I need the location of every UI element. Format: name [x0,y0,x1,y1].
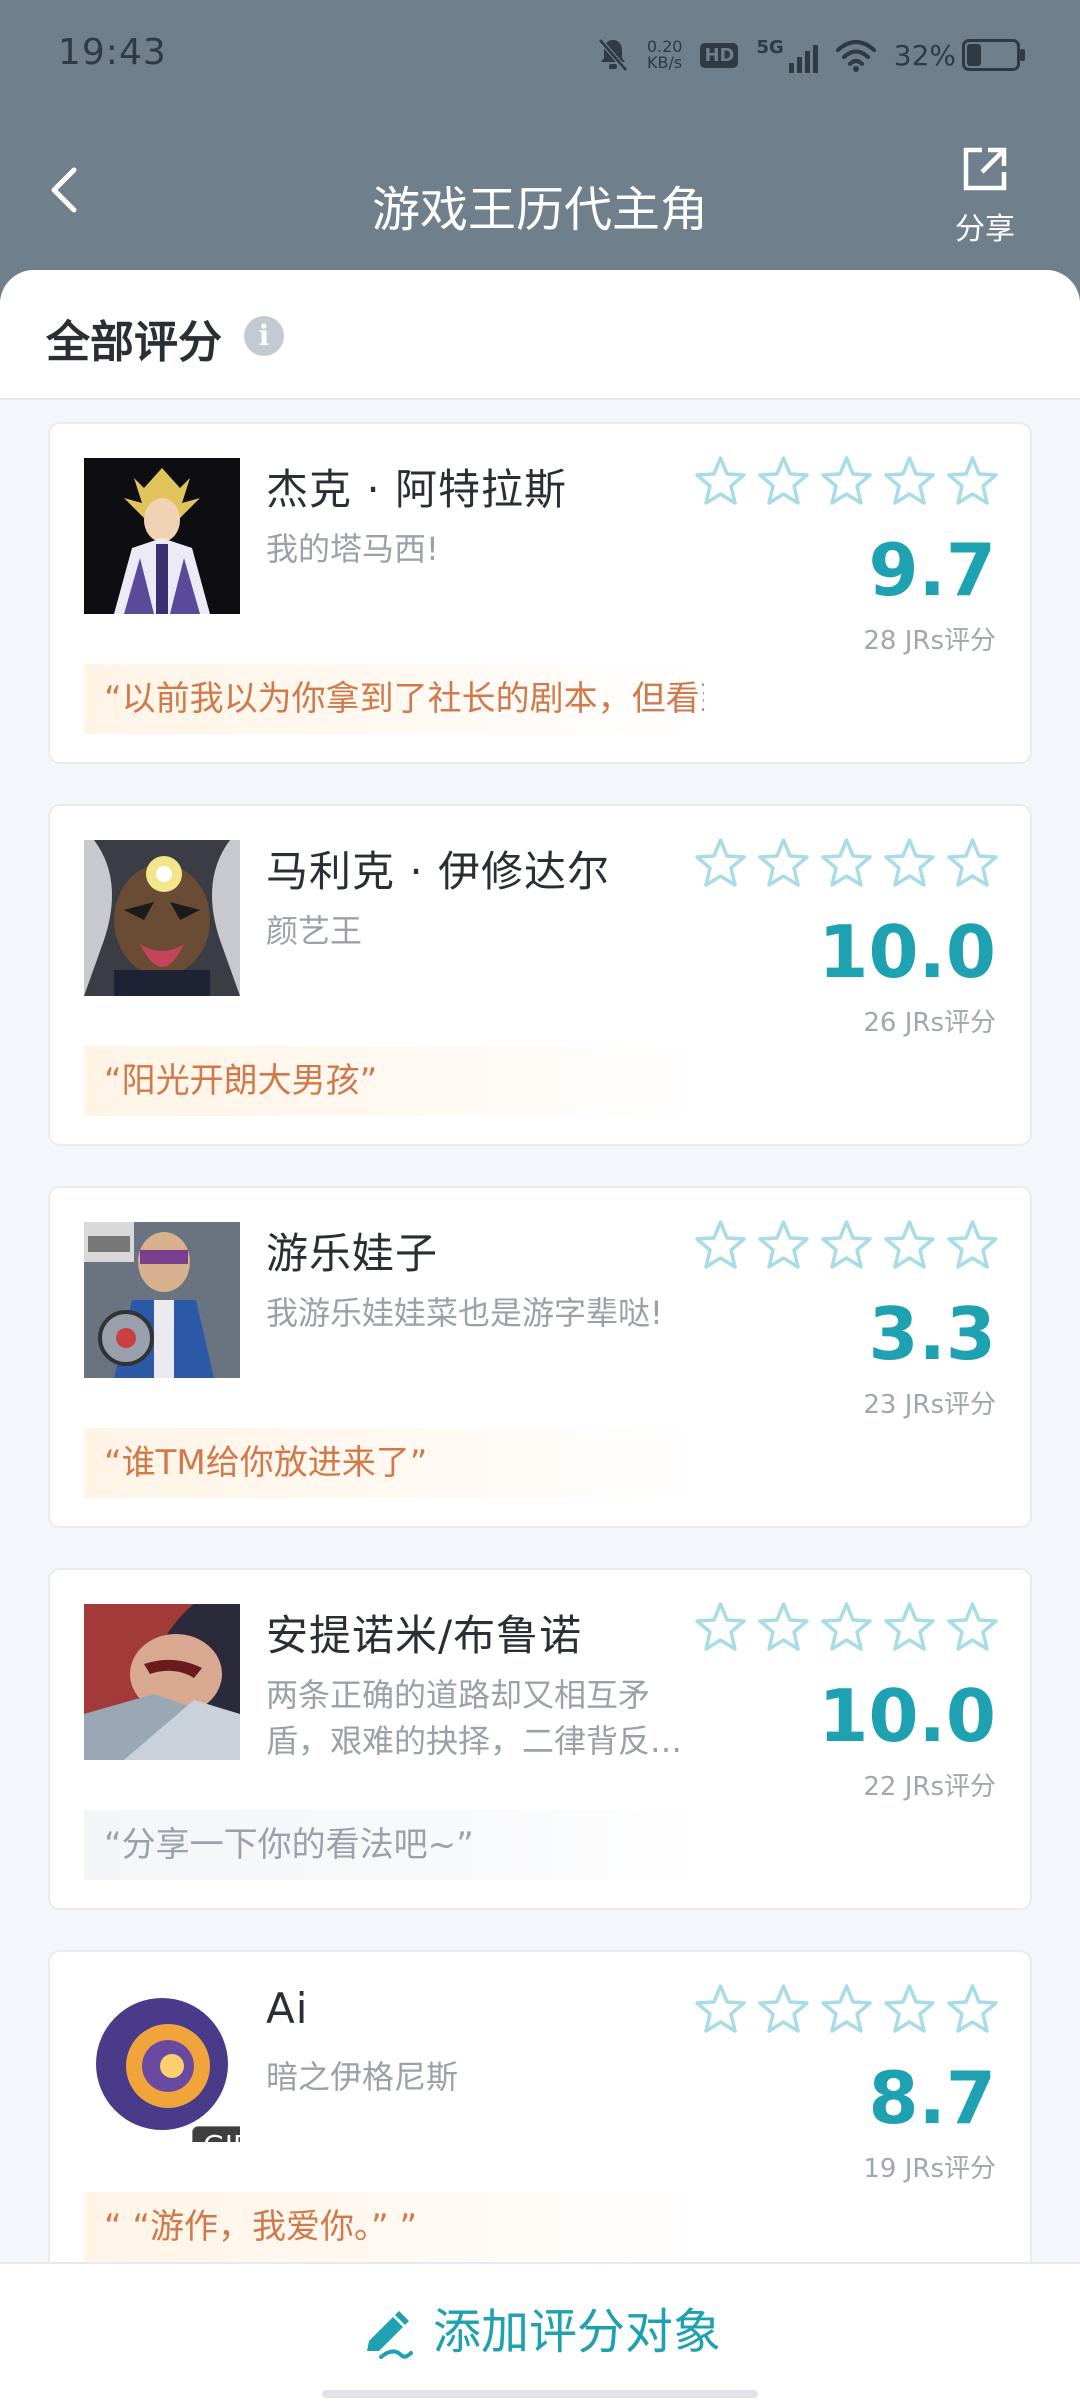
score-value: 10.0 [818,910,996,994]
avatar [84,1604,240,1760]
gif-badge: GIF [192,2126,240,2142]
star-icon[interactable] [756,1982,811,2037]
item-name: 安提诺米/布鲁诺 [266,1611,583,1660]
star-icon[interactable] [819,1600,874,1655]
share-label: 分享 [955,212,1015,247]
score-value: 10.0 [818,1674,996,1758]
rating-card[interactable]: 杰克 · 阿特拉斯 我的塔马西! 9.7 28 JRs评分 “以前我以为你拿到了… [48,422,1032,764]
battery-indicator: 32% [893,38,1025,72]
rating-count: 26 JRs评分 [863,1008,996,1038]
info-icon[interactable]: i [244,316,284,356]
star-icon[interactable] [882,454,937,509]
top-comment[interactable]: “阳光开朗大男孩” [84,1046,704,1116]
top-comment[interactable]: “以前我以为你拿到了社长的剧本，但看到后… [84,664,704,734]
signal-icon: 5G [756,37,818,73]
star-icon[interactable] [693,1982,748,2037]
top-bar: 19:43 0.20 KB/s HD 5G 32% 游戏王历代主角 分享 [0,0,1080,300]
star-icon[interactable] [945,1218,1000,1273]
star-rating[interactable] [693,1982,1000,2037]
item-name: 游乐娃子 [266,1229,439,1278]
score-value: 8.7 [868,2056,996,2140]
rating-list: 杰克 · 阿特拉斯 我的塔马西! 9.7 28 JRs评分 “以前我以为你拿到了… [48,422,1032,2332]
item-description: 颜艺王 [266,912,363,950]
section-title: 全部评分 [46,317,222,368]
score-value: 9.7 [868,528,996,612]
rating-count: 19 JRs评分 [863,2154,996,2184]
star-icon[interactable] [945,1982,1000,2037]
star-icon[interactable] [882,1982,937,2037]
avatar [84,1222,240,1378]
star-icon[interactable] [819,836,874,891]
rating-card[interactable]: 马利克 · 伊修达尔 颜艺王 10.0 26 JRs评分 “阳光开朗大男孩” [48,804,1032,1146]
star-icon[interactable] [756,1600,811,1655]
star-icon[interactable] [819,1218,874,1273]
star-rating[interactable] [693,836,1000,891]
star-icon[interactable] [819,1982,874,2037]
comment-placeholder[interactable]: “分享一下你的看法吧~” [84,1810,704,1880]
top-comment[interactable]: “ “游作，我爱你。” ” [84,2192,704,2262]
status-icons: 0.20 KB/s HD 5G 32% [597,32,1025,78]
star-icon[interactable] [693,454,748,509]
star-icon[interactable] [945,454,1000,509]
star-icon[interactable] [756,836,811,891]
net-speed: 0.20 KB/s [647,39,683,71]
rating-card[interactable]: GIF Ai 暗之伊格尼斯 8.7 19 JRs评分 “ “游作，我爱你。” ” [48,1950,1032,2292]
star-icon[interactable] [756,1218,811,1273]
share-icon [963,147,1007,191]
star-icon[interactable] [882,1218,937,1273]
pencil-icon [366,2311,413,2359]
bottom-bar: 添加评分对象 [0,2262,1080,2402]
section-header: 全部评分 i [0,270,1080,400]
star-icon[interactable] [945,836,1000,891]
star-icon[interactable] [819,454,874,509]
star-rating[interactable] [693,454,1000,509]
star-icon[interactable] [693,836,748,891]
hd-icon: HD [700,42,739,68]
status-bar: 19:43 0.20 KB/s HD 5G 32% [0,0,1080,110]
avatar [84,840,240,996]
page-title: 游戏王历代主角 [371,182,708,238]
add-rating-target-button[interactable]: 添加评分对象 [0,2292,1080,2363]
star-icon[interactable] [693,1218,748,1273]
rating-count: 23 JRs评分 [863,1390,996,1420]
top-comment[interactable]: “谁TM给你放进来了” [84,1428,704,1498]
battery-fill [967,44,981,66]
star-icon[interactable] [693,1600,748,1655]
avatar [84,458,240,614]
star-icon[interactable] [882,836,937,891]
rating-card[interactable]: 安提诺米/布鲁诺 两条正确的道路却又相互矛盾，艰难的抉择，二律背反… 10.0 … [48,1568,1032,1910]
star-icon[interactable] [882,1600,937,1655]
wifi-icon [835,40,876,72]
item-name: 杰克 · 阿特拉斯 [266,465,568,514]
item-description: 我游乐娃娃菜也是游字辈哒! [266,1294,663,1332]
rating-count: 28 JRs评分 [863,626,996,656]
score-value: 3.3 [868,1292,996,1376]
home-indicator[interactable] [322,2390,758,2398]
ratings-panel: 全部评分 i 杰克 · 阿特拉斯 我的塔马西! 9.7 28 JRs评分 “以前… [0,270,1080,2400]
star-rating[interactable] [693,1600,1000,1655]
add-button-label: 添加评分对象 [432,2304,721,2360]
battery-percent: 32% [893,38,956,72]
battery-icon [962,39,1025,71]
rating-card[interactable]: 游乐娃子 我游乐娃娃菜也是游字辈哒! 3.3 23 JRs评分 “谁TM给你放进… [48,1186,1032,1528]
nav-header: 游戏王历代主角 分享 [0,120,1080,270]
status-time: 19:43 [58,32,167,73]
star-icon[interactable] [756,454,811,509]
avatar: GIF [84,1986,240,2142]
item-description: 暗之伊格尼斯 [266,2058,459,2096]
item-description: 我的塔马西! [266,530,439,568]
item-name: Ai [266,1984,309,2033]
star-rating[interactable] [693,1218,1000,1273]
net-speed-unit: KB/s [647,53,683,72]
rating-count: 22 JRs评分 [863,1772,996,1802]
network-type-label: 5G [756,37,784,58]
share-button[interactable]: 分享 [940,144,1030,248]
bell-off-icon [597,38,628,72]
item-name: 马利克 · 伊修达尔 [266,847,611,896]
star-icon[interactable] [945,1600,1000,1655]
item-description: 两条正确的道路却又相互矛盾，艰难的抉择，二律背反… [266,1676,683,1760]
